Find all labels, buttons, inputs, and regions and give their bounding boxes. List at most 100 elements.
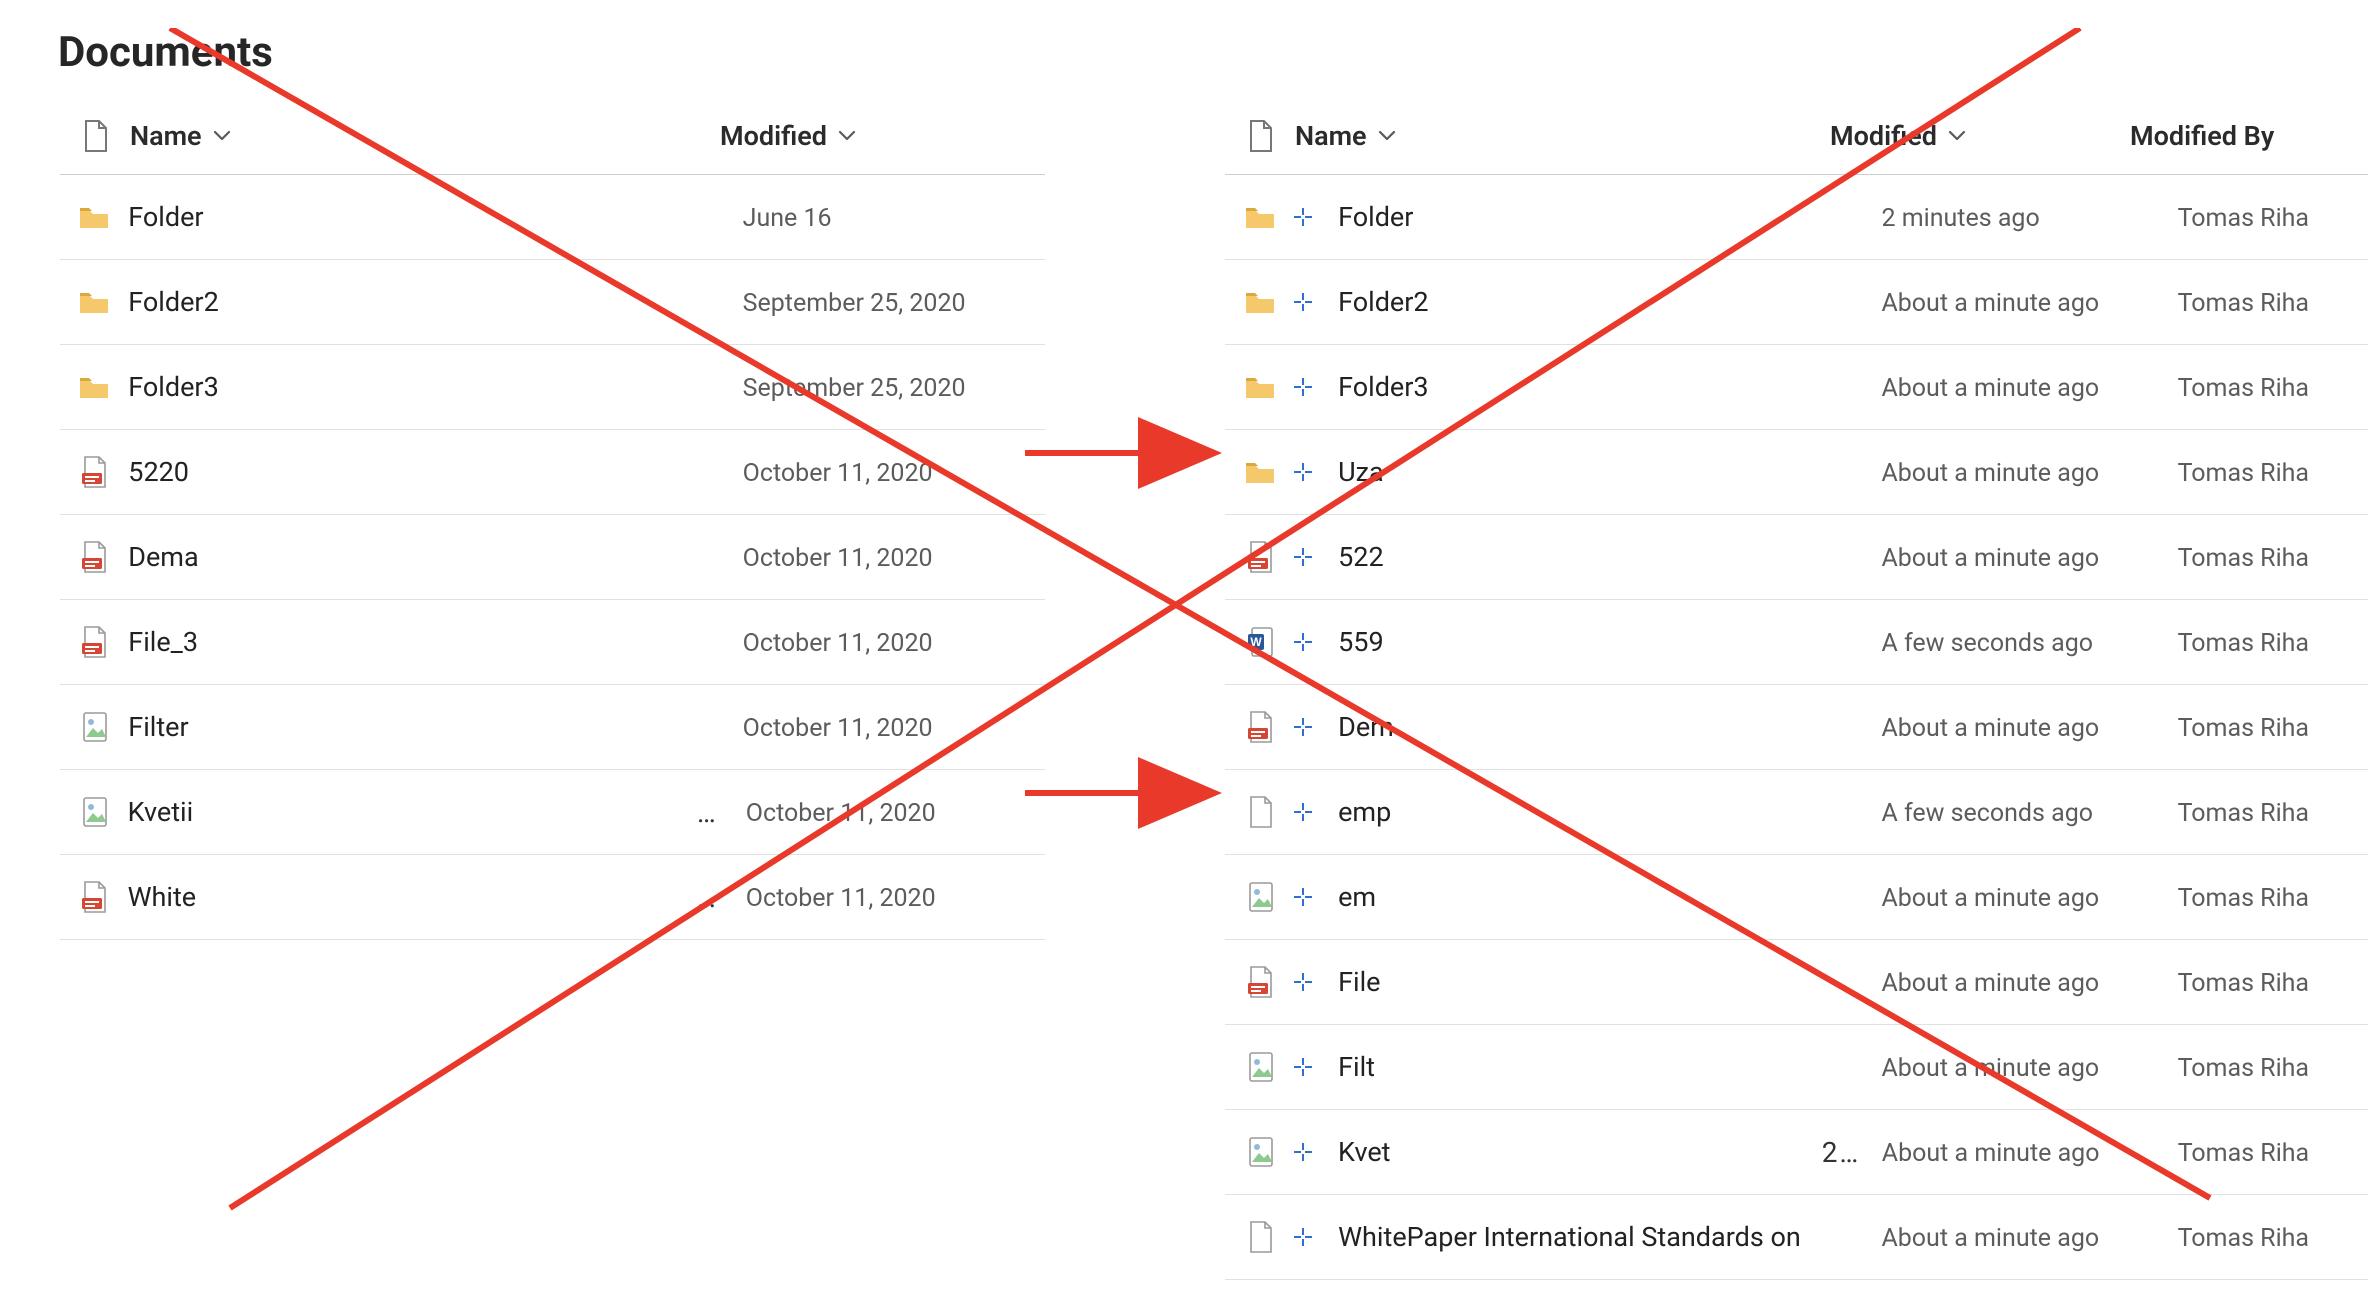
table-row[interactable]: Dema October 11, 2020 — [60, 515, 1045, 600]
column-label: Modified — [720, 120, 827, 152]
modified-date: About a minute ago — [1881, 289, 2099, 318]
generic-icon — [1245, 795, 1275, 829]
file-name[interactable]: Folder2 — [128, 286, 218, 318]
table-row[interactable]: Filter October 11, 2020 — [60, 685, 1045, 770]
table-row[interactable]: 522 About a minute ago Tomas Riha — [1225, 515, 2368, 600]
file-name[interactable]: White — [128, 881, 197, 913]
table-row[interactable]: Folder3 September 25, 2020 — [60, 345, 1045, 430]
more-actions-button[interactable]: … — [697, 881, 746, 914]
file-name[interactable]: Kvetii — [128, 796, 194, 828]
file-name[interactable]: WhitePaper International Standards on — [1338, 1221, 1801, 1253]
table-header: Name Modified — [60, 97, 1045, 175]
word-icon — [1245, 625, 1275, 659]
column-label: Modified By — [2130, 120, 2274, 152]
image-icon — [1245, 880, 1275, 914]
file-name[interactable]: Dema — [128, 541, 198, 573]
chevron-down-icon — [1377, 126, 1397, 146]
modified-by: Tomas Riha — [2178, 884, 2309, 913]
file-name[interactable]: Filter — [128, 711, 188, 743]
file-name[interactable]: Folder2 — [1338, 286, 1428, 318]
file-name[interactable]: Kvet — [1338, 1136, 1390, 1168]
modified-by: Tomas Riha — [2178, 1054, 2309, 1083]
image-icon — [1245, 1050, 1275, 1084]
modified-date: October 11, 2020 — [743, 459, 933, 488]
modified-by: Tomas Riha — [2178, 629, 2309, 658]
new-indicator-icon — [1294, 548, 1312, 566]
file-name[interactable]: 522 — [1338, 541, 1384, 573]
column-header-name[interactable]: Name — [1295, 120, 1830, 152]
modified-date: About a minute ago — [1881, 1224, 2099, 1253]
table-row[interactable]: 559 A few seconds ago Tomas Riha — [1225, 600, 2368, 685]
file-name[interactable]: 559 — [1338, 626, 1384, 658]
modified-date: About a minute ago — [1881, 884, 2099, 913]
new-indicator-icon — [1294, 633, 1312, 651]
page-title: Documents — [58, 28, 2338, 77]
table-row[interactable]: 5220 October 11, 2020 — [60, 430, 1045, 515]
column-header-name[interactable]: Name — [130, 120, 720, 152]
modified-date: 2 minutes ago — [1881, 204, 2039, 233]
file-name[interactable]: Folder — [1338, 201, 1413, 233]
file-name[interactable]: emp — [1338, 796, 1391, 828]
modified-date: October 11, 2020 — [743, 544, 933, 573]
modified-date: About a minute ago — [1881, 374, 2099, 403]
table-row[interactable]: em About a minute ago Tomas Riha — [1225, 855, 2368, 940]
more-actions-button[interactable]: 2… — [1822, 1136, 1882, 1169]
table-row[interactable]: White … October 11, 2020 — [60, 855, 1045, 940]
pdf-icon — [79, 540, 109, 574]
modified-date: October 11, 2020 — [746, 799, 936, 828]
modified-by: Tomas Riha — [2178, 374, 2309, 403]
column-label: Name — [130, 120, 202, 152]
new-indicator-icon — [1294, 718, 1312, 736]
table-row[interactable]: Folder2 About a minute ago Tomas Riha — [1225, 260, 2368, 345]
table-row[interactable]: Kvetii … October 11, 2020 — [60, 770, 1045, 855]
modified-date: About a minute ago — [1881, 714, 2099, 743]
modified-date: About a minute ago — [1881, 1054, 2099, 1083]
file-name[interactable]: Filt — [1338, 1051, 1375, 1083]
pdf-icon — [1245, 710, 1275, 744]
table-row[interactable]: Kvet 2… About a minute ago Tomas Riha — [1225, 1110, 2368, 1195]
table-row[interactable]: Dem About a minute ago Tomas Riha — [1225, 685, 2368, 770]
table-row[interactable]: Folder 2 minutes ago Tomas Riha — [1225, 175, 2368, 260]
file-name[interactable]: File — [1338, 966, 1380, 998]
modified-date: September 25, 2020 — [743, 289, 966, 318]
folder-icon — [1244, 289, 1276, 315]
chevron-down-icon — [1947, 126, 1967, 146]
folder-icon — [78, 204, 110, 230]
file-name[interactable]: 5220 — [128, 456, 189, 488]
table-row[interactable]: Folder June 16 — [60, 175, 1045, 260]
column-header-modified[interactable]: Modified — [1830, 120, 2130, 152]
file-name[interactable]: Uza — [1338, 456, 1384, 488]
column-header-modified[interactable]: Modified — [720, 120, 1030, 152]
modified-date: October 11, 2020 — [746, 884, 936, 913]
table-row[interactable]: WhitePaper International Standards on Ab… — [1225, 1195, 2368, 1280]
table-row[interactable]: File About a minute ago Tomas Riha — [1225, 940, 2368, 1025]
pdf-icon — [1245, 540, 1275, 574]
new-indicator-icon — [1294, 378, 1312, 396]
column-header-modified-by[interactable]: Modified By — [2130, 120, 2330, 152]
column-header-icon[interactable] — [60, 119, 130, 153]
more-actions-button[interactable]: … — [697, 796, 746, 829]
file-icon — [1245, 119, 1275, 153]
modified-by: Tomas Riha — [2178, 714, 2309, 743]
table-row[interactable]: Uza About a minute ago Tomas Riha — [1225, 430, 2368, 515]
table-row[interactable]: File_3 October 11, 2020 — [60, 600, 1045, 685]
file-name[interactable]: Folder3 — [1338, 371, 1428, 403]
chevron-down-icon — [837, 126, 857, 146]
image-icon — [79, 710, 109, 744]
file-name[interactable]: Folder — [128, 201, 203, 233]
new-indicator-icon — [1294, 888, 1312, 906]
modified-by: Tomas Riha — [2178, 1224, 2309, 1253]
new-indicator-icon — [1294, 973, 1312, 991]
file-icon — [80, 119, 110, 153]
table-row[interactable]: Folder2 September 25, 2020 — [60, 260, 1045, 345]
table-row[interactable]: Folder3 About a minute ago Tomas Riha — [1225, 345, 2368, 430]
modified-by: Tomas Riha — [2178, 799, 2309, 828]
folder-icon — [1244, 459, 1276, 485]
file-name[interactable]: Folder3 — [128, 371, 218, 403]
column-header-icon[interactable] — [1225, 119, 1295, 153]
file-name[interactable]: File_3 — [128, 626, 198, 658]
table-row[interactable]: Filt About a minute ago Tomas Riha — [1225, 1025, 2368, 1110]
file-name[interactable]: em — [1338, 881, 1376, 913]
file-name[interactable]: Dem — [1338, 711, 1394, 743]
table-row[interactable]: emp A few seconds ago Tomas Riha — [1225, 770, 2368, 855]
